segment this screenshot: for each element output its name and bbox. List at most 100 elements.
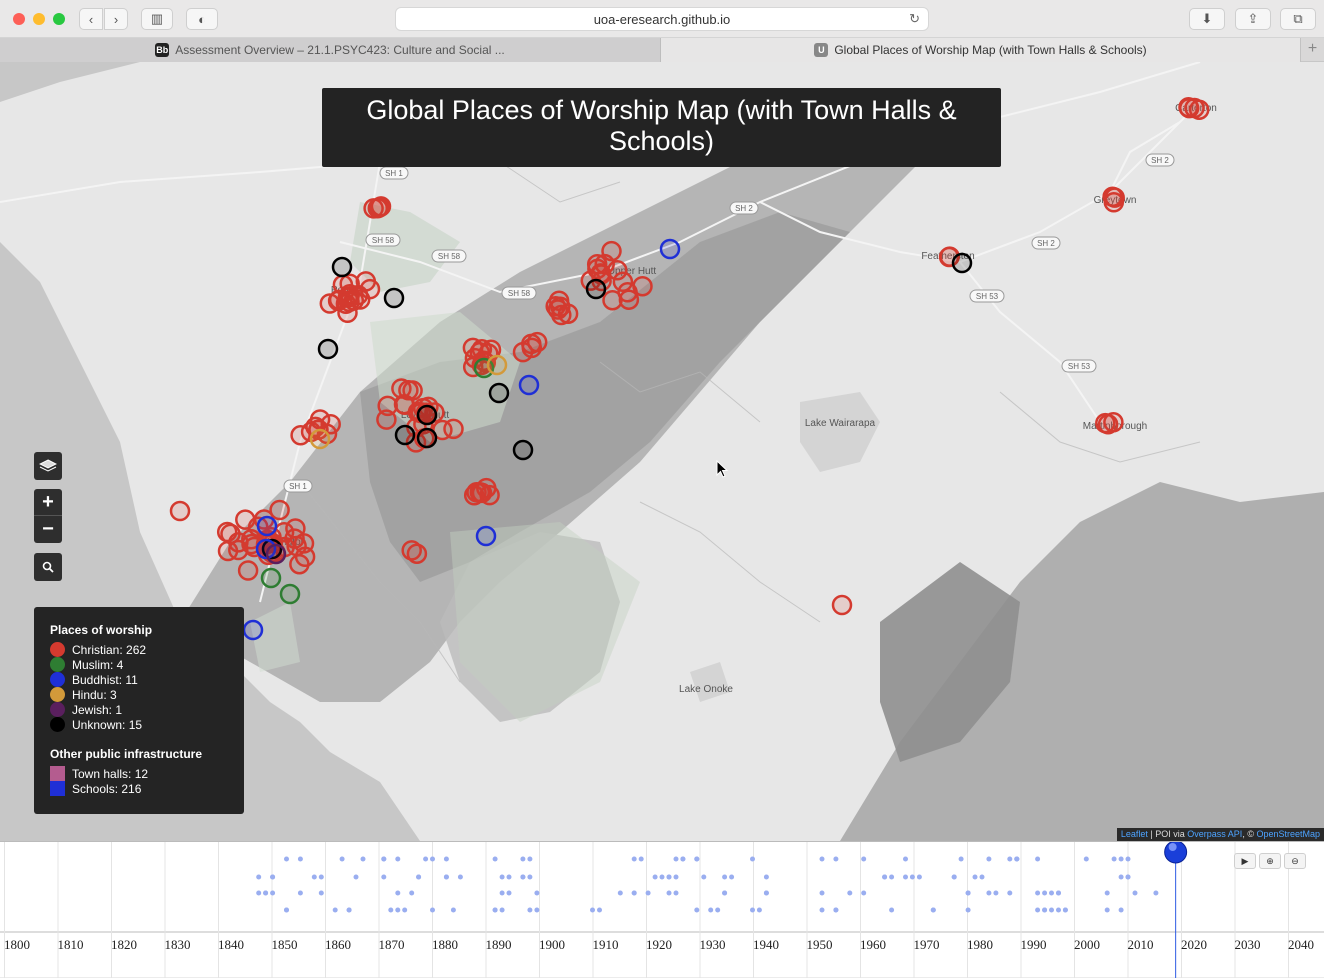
zoom-in-button[interactable]: + <box>34 489 62 516</box>
hindu-marker[interactable] <box>309 428 331 450</box>
layers-button[interactable] <box>34 452 62 480</box>
timeline-event-dot <box>270 890 276 896</box>
osm-link[interactable]: OpenStreetMap <box>1256 829 1320 839</box>
play-button[interactable]: ▶ <box>1234 853 1256 869</box>
timeline-year-label: 1830 <box>165 937 191 952</box>
christian-marker[interactable] <box>831 594 853 616</box>
back-button[interactable]: ‹ <box>79 8 103 30</box>
christian-marker[interactable] <box>1104 187 1125 208</box>
timeline-event-dot <box>353 874 359 880</box>
minimize-window-button[interactable] <box>33 13 45 25</box>
timeline-event-dot <box>645 890 651 896</box>
unknown-marker[interactable] <box>488 382 510 404</box>
unknown-marker[interactable] <box>416 427 438 449</box>
timeline-event-dot <box>402 907 408 913</box>
unknown-marker[interactable] <box>512 439 534 461</box>
timeline-event-dot <box>1118 907 1124 913</box>
unknown-marker[interactable] <box>331 256 353 278</box>
timeline-zoom-out-button[interactable]: ⊖ <box>1284 853 1306 869</box>
buddhist-marker[interactable] <box>475 525 497 547</box>
maximize-window-button[interactable] <box>53 13 65 25</box>
christian-marker[interactable] <box>401 540 422 561</box>
share-button[interactable]: ⇪ <box>1235 8 1271 30</box>
search-button[interactable] <box>34 553 62 581</box>
christian-marker[interactable] <box>601 240 622 262</box>
christian-marker[interactable] <box>237 560 259 581</box>
legend-label: Schools: 216 <box>72 781 142 796</box>
timeline-year-label: 1970 <box>914 937 940 952</box>
play-icon: ▶ <box>1241 855 1249 866</box>
forward-button[interactable]: › <box>104 8 128 30</box>
jewish-marker[interactable] <box>265 543 287 565</box>
downloads-button[interactable]: ⬇ <box>1189 8 1225 30</box>
buddhist-marker[interactable] <box>256 515 278 537</box>
timeline-event-dot <box>993 890 999 896</box>
map-canvas[interactable]: SH 1 SH 58 SH 58 SH 58 SH 2 SH 2 SH 2 SH… <box>0 62 1324 841</box>
timeline-year-label: 1950 <box>807 937 833 952</box>
christian-marker[interactable] <box>269 499 290 521</box>
tab-assessment[interactable]: Bb Assessment Overview – 21.1.PSYC423: C… <box>0 38 661 62</box>
buddhist-marker[interactable] <box>659 238 681 260</box>
christian-marker[interactable] <box>335 293 357 314</box>
christian-marker[interactable] <box>586 254 608 275</box>
christian-marker[interactable] <box>290 425 311 446</box>
legend-item: Christian: 262 <box>50 642 228 657</box>
unknown-marker[interactable] <box>416 404 438 426</box>
unknown-marker[interactable] <box>317 338 339 360</box>
timeline-event-dot <box>903 856 908 862</box>
christian-marker[interactable] <box>216 521 238 543</box>
unknown-marker[interactable] <box>394 424 416 446</box>
timeline-event-dot <box>1118 856 1124 862</box>
timeline-event-dot <box>708 907 714 913</box>
buddhist-marker[interactable] <box>242 619 264 641</box>
muslim-marker[interactable] <box>279 583 301 605</box>
zoom-out-button[interactable]: − <box>34 516 62 543</box>
timeline-event-dot <box>1062 907 1068 913</box>
year-timeline[interactable]: 1800 1810 1820 1830 1840 1850 1860 1870 1880 1890… <box>0 841 1324 978</box>
sidebar-button[interactable]: ▥ <box>141 8 173 30</box>
timeline-axis[interactable]: 1800 1810 1820 1830 1840 1850 1860 1870 1880 1890… <box>0 842 1324 978</box>
christian-marker[interactable] <box>632 275 653 297</box>
legend-swatch <box>50 717 65 732</box>
timeline-event-dot <box>763 890 769 896</box>
unknown-marker[interactable] <box>951 252 973 274</box>
christian-marker[interactable] <box>1188 99 1210 120</box>
leaflet-link[interactable]: Leaflet <box>1121 829 1148 839</box>
reload-icon[interactable]: ↻ <box>909 11 920 27</box>
privacy-button[interactable]: ◐ <box>186 8 218 30</box>
hindu-marker[interactable] <box>486 354 508 376</box>
christian-marker[interactable] <box>1103 412 1124 433</box>
christian-marker[interactable] <box>235 509 256 530</box>
christian-marker[interactable] <box>284 528 305 549</box>
unknown-marker[interactable] <box>585 278 607 300</box>
share-icon: ⇪ <box>1247 11 1259 26</box>
timeline-event-dot <box>986 890 992 896</box>
christian-marker[interactable] <box>359 278 381 300</box>
tab-worship-map[interactable]: U Global Places of Worship Map (with Tow… <box>661 38 1300 62</box>
timeline-zoom-in-button[interactable]: ⊕ <box>1259 853 1281 869</box>
muslim-marker[interactable] <box>260 567 282 589</box>
timeline-event-dot <box>409 890 415 896</box>
christian-marker[interactable] <box>602 289 623 311</box>
christian-marker[interactable] <box>391 378 412 399</box>
christian-marker[interactable] <box>521 337 543 359</box>
timeline-event-dot <box>416 874 422 880</box>
christian-marker[interactable] <box>169 500 191 522</box>
address-bar[interactable]: uoa-eresearch.github.io ↻ <box>395 7 929 31</box>
buddhist-marker[interactable] <box>518 374 540 396</box>
tab-overview-button[interactable]: ⧉ <box>1280 8 1316 30</box>
timeline-event-dot <box>1049 907 1054 913</box>
christian-marker[interactable] <box>479 484 500 506</box>
timeline-event-dot <box>889 907 895 913</box>
overpass-link[interactable]: Overpass API <box>1187 829 1242 839</box>
new-tab-button[interactable]: + <box>1300 38 1324 62</box>
christian-marker[interactable] <box>377 395 398 417</box>
unknown-marker[interactable] <box>383 287 405 309</box>
close-window-button[interactable] <box>13 13 25 25</box>
christian-marker[interactable] <box>369 196 390 218</box>
road-label: SH 1 <box>385 169 403 178</box>
christian-marker[interactable] <box>551 304 572 326</box>
legend-item: Muslim: 4 <box>50 657 228 672</box>
christian-marker[interactable] <box>289 553 310 575</box>
timeline-year-label: 1920 <box>646 937 672 952</box>
